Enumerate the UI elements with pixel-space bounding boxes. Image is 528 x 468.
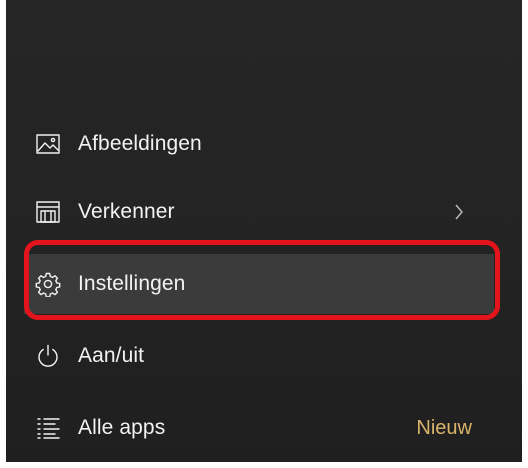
menu-item-label: Alle apps <box>78 416 166 439</box>
menu-item-alle-apps[interactable]: Alle apps Nieuw <box>24 398 494 458</box>
chevron-right-icon[interactable] <box>454 203 464 221</box>
gear-icon <box>34 270 62 298</box>
menu-item-label: Afbeeldingen <box>78 132 202 155</box>
pictures-icon <box>34 130 62 158</box>
all-apps-list-icon <box>34 414 62 442</box>
menu-item-label: Verkenner <box>78 200 175 223</box>
menu-item-verkenner[interactable]: Verkenner <box>24 182 494 242</box>
power-icon <box>34 342 62 370</box>
menu-item-afbeeldingen[interactable]: Afbeeldingen <box>24 114 494 174</box>
menu-item-label: Instellingen <box>78 272 186 295</box>
menu-item-instellingen[interactable]: Instellingen <box>24 254 494 314</box>
start-menu-panel: Afbeeldingen Verkenner Instellingen Aan/… <box>6 0 522 462</box>
menu-item-label: Aan/uit <box>78 344 145 367</box>
file-explorer-icon <box>34 198 62 226</box>
new-badge: Nieuw <box>416 416 472 439</box>
menu-item-aan-uit[interactable]: Aan/uit <box>24 326 494 386</box>
screenshot-frame: Afbeeldingen Verkenner Instellingen Aan/… <box>0 0 528 468</box>
